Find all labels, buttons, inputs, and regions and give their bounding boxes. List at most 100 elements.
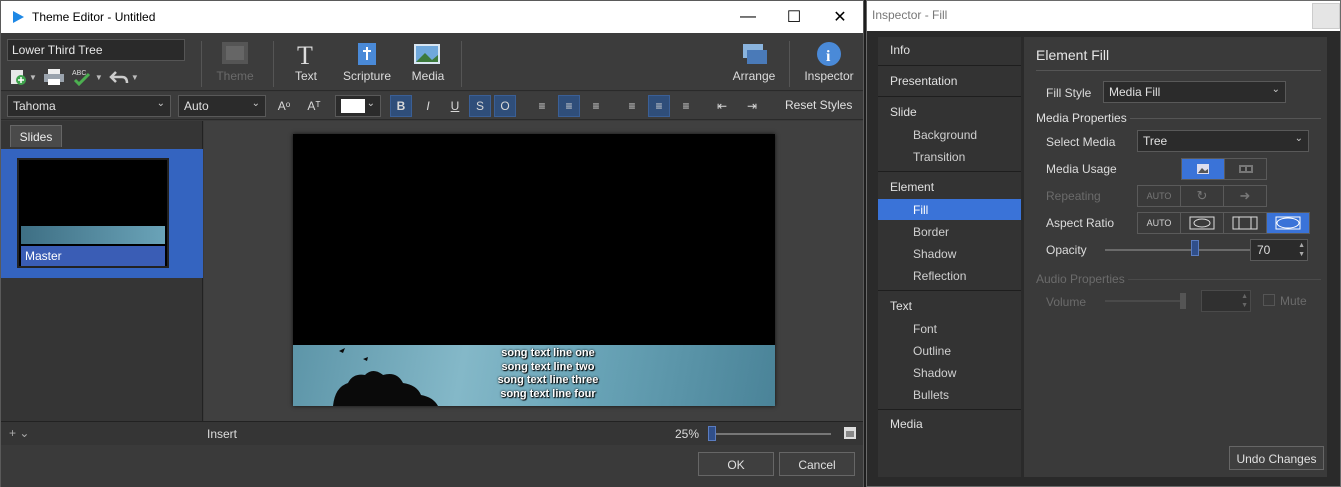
zoom-slider-track[interactable]: [709, 433, 831, 435]
nav-element[interactable]: Element: [878, 180, 1021, 194]
volume-slider-thumb[interactable]: [1180, 293, 1186, 309]
scripture-label: Scripture: [342, 69, 392, 83]
nav-slide[interactable]: Slide: [878, 105, 1021, 119]
nav-text-shadow[interactable]: Shadow: [878, 362, 1021, 383]
print-button[interactable]: [43, 67, 65, 87]
opacity-stepper[interactable]: 70 ▲ ▼: [1250, 239, 1308, 261]
nav-media[interactable]: Media: [878, 417, 1021, 431]
align-right-button[interactable]: ≡: [585, 95, 607, 117]
media-label: Media: [411, 69, 445, 83]
theme-button[interactable]: Theme: [205, 39, 265, 89]
decrease-font-button[interactable]: Aᵒ: [273, 95, 295, 117]
font-decrease-icon: Aᵒ: [277, 99, 291, 113]
inspector-button[interactable]: i Inspector: [799, 39, 859, 89]
fit-to-window-icon[interactable]: [843, 426, 857, 440]
nav-fill[interactable]: Fill: [878, 199, 1021, 220]
italic-button[interactable]: I: [417, 95, 439, 117]
volume-stepper[interactable]: ▲ ▼: [1201, 290, 1251, 312]
color-picker[interactable]: ⌄: [335, 95, 381, 117]
align-middle-button[interactable]: ≡: [648, 95, 670, 117]
nav-transition[interactable]: Transition: [878, 146, 1021, 167]
shadow-button[interactable]: S: [469, 95, 491, 117]
nav-divider: [878, 65, 1021, 66]
opacity-slider-track[interactable]: [1105, 249, 1263, 251]
select-media-select[interactable]: Tree ⌄: [1137, 130, 1309, 152]
undo-changes-button[interactable]: Undo Changes: [1229, 446, 1324, 470]
opacity-label: Opacity: [1046, 243, 1087, 257]
minimize-button[interactable]: —: [725, 1, 771, 33]
media-usage-label: Media Usage: [1046, 162, 1117, 176]
repeat-loop-option[interactable]: ↻: [1181, 186, 1224, 206]
inspector-close-button[interactable]: [1312, 3, 1340, 29]
opacity-slider-thumb[interactable]: [1191, 240, 1199, 256]
outline-icon: O: [500, 99, 510, 113]
nav-info[interactable]: Info: [878, 43, 1021, 57]
font-family-value: Tahoma: [13, 99, 56, 113]
indent-button[interactable]: ⇥: [741, 95, 763, 117]
song-text-box[interactable]: song text line one song text line two so…: [473, 347, 623, 401]
increase-font-button[interactable]: Aᵀ: [303, 95, 325, 117]
title-bar: Theme Editor - Untitled — ☐ ✕: [1, 1, 863, 33]
underline-button[interactable]: U: [444, 95, 466, 117]
main-toolbar: Lower Third Tree ▼ ABC ▼ ▼ Theme T Text …: [1, 33, 863, 91]
video-usage-option[interactable]: [1225, 159, 1266, 179]
fill-style-select[interactable]: Media Fill ⌄: [1103, 81, 1286, 103]
repeat-forward-option[interactable]: ➜: [1224, 186, 1266, 206]
nav-text[interactable]: Text: [878, 299, 1021, 313]
aspect-ratio-toggle[interactable]: AUTO: [1137, 212, 1310, 234]
zoom-slider-thumb[interactable]: [708, 426, 716, 441]
inspector-title-bar: Inspector - Fill: [867, 1, 1340, 31]
outdent-button[interactable]: ⇤: [711, 95, 733, 117]
reset-styles-button[interactable]: Reset Styles: [785, 98, 852, 112]
theme-name-field[interactable]: Lower Third Tree: [7, 39, 185, 61]
mute-checkbox[interactable]: [1263, 294, 1275, 306]
nav-outline[interactable]: Outline: [878, 340, 1021, 361]
slide-canvas[interactable]: song text line one song text line two so…: [293, 134, 775, 406]
aspect-auto-option[interactable]: AUTO: [1138, 213, 1181, 233]
volume-slider-track[interactable]: [1105, 300, 1183, 302]
outline-button[interactable]: O: [494, 95, 516, 117]
ok-button[interactable]: OK: [698, 452, 774, 476]
scripture-button[interactable]: Scripture: [337, 39, 397, 89]
repeating-auto-option[interactable]: AUTO: [1138, 186, 1181, 206]
align-left-button[interactable]: ≡: [531, 95, 553, 117]
text-button[interactable]: T Text: [276, 39, 336, 89]
spellcheck-button[interactable]: ABC ▼: [71, 67, 103, 87]
cancel-button[interactable]: Cancel: [779, 452, 855, 476]
image-usage-option[interactable]: [1182, 159, 1225, 179]
nav-border[interactable]: Border: [878, 221, 1021, 242]
arrange-button[interactable]: Arrange: [724, 39, 784, 89]
slides-tab[interactable]: Slides: [10, 125, 62, 147]
add-slide-button[interactable]: + ⌄: [9, 426, 29, 440]
bold-button[interactable]: B: [390, 95, 412, 117]
media-usage-toggle[interactable]: [1181, 158, 1267, 180]
align-top-button[interactable]: ≡: [621, 95, 643, 117]
new-button[interactable]: ▼: [9, 67, 37, 87]
nav-reflection[interactable]: Reflection: [878, 265, 1021, 286]
canvas-area: song text line one song text line two so…: [204, 121, 863, 421]
close-button[interactable]: ✕: [817, 1, 863, 33]
stepper-arrows-icon[interactable]: ▲ ▼: [1241, 292, 1248, 310]
aspect-fit-option[interactable]: [1181, 213, 1224, 233]
aspect-stretch-option[interactable]: [1267, 213, 1309, 233]
nav-background[interactable]: Background: [878, 124, 1021, 145]
lower-third-element[interactable]: song text line one song text line two so…: [293, 345, 775, 406]
nav-shadow[interactable]: Shadow: [878, 243, 1021, 264]
font-family-select[interactable]: Tahoma ⌄: [7, 95, 171, 117]
aspect-fill-option[interactable]: [1224, 213, 1267, 233]
stepper-arrows-icon[interactable]: ▲ ▼: [1298, 241, 1305, 259]
nav-font[interactable]: Font: [878, 318, 1021, 339]
nav-bullets[interactable]: Bullets: [878, 384, 1021, 405]
align-bottom-button[interactable]: ≡: [675, 95, 697, 117]
undo-button[interactable]: ▼: [109, 67, 139, 87]
arrange-label: Arrange: [732, 69, 776, 83]
slide-thumbnail-master[interactable]: Master: [17, 158, 169, 268]
repeating-toggle[interactable]: AUTO ↻ ➜: [1137, 185, 1267, 207]
maximize-button[interactable]: ☐: [771, 1, 817, 33]
slides-panel: Slides Master: [1, 121, 203, 421]
font-size-select[interactable]: Auto ⌄: [178, 95, 266, 117]
media-button[interactable]: Media: [398, 39, 458, 89]
align-center-button[interactable]: ≡: [558, 95, 580, 117]
nav-presentation[interactable]: Presentation: [878, 74, 1021, 88]
inspector-scrollbar[interactable]: [1329, 31, 1340, 486]
